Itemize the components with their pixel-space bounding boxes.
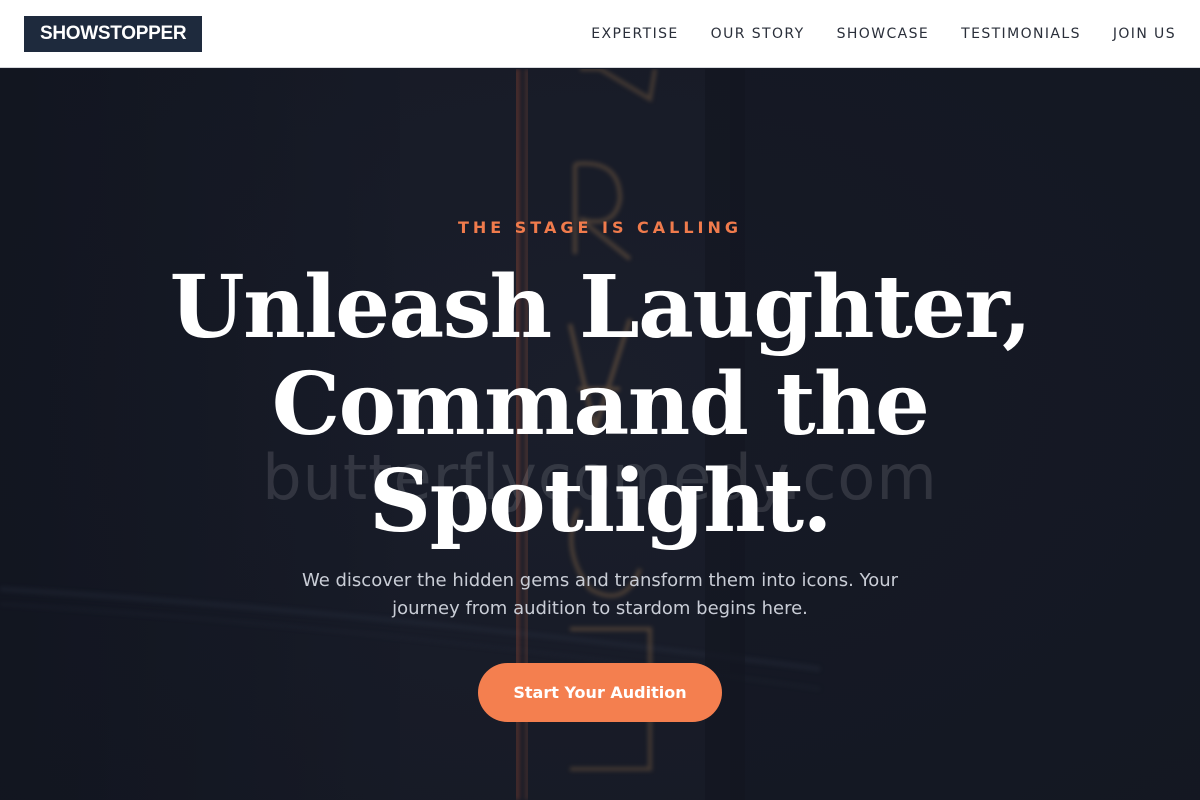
nav-link-showcase[interactable]: SHOWCASE [837, 26, 930, 42]
hero-section: butterflycomedy.com THE STAGE IS CALLING… [0, 69, 1200, 800]
main-nav: EXPERTISE OUR STORY SHOWCASE TESTIMONIAL… [559, 26, 1176, 42]
nav-link-expertise[interactable]: EXPERTISE [591, 26, 678, 42]
nav-link-join-us[interactable]: JOIN US [1113, 26, 1176, 42]
headline-line: Spotlight. [369, 451, 833, 552]
nav-link-testimonials[interactable]: TESTIMONIALS [961, 26, 1081, 42]
headline-line: Command the [271, 354, 930, 455]
hero-subtext: We discover the hidden gems and transfor… [301, 570, 899, 619]
site-header: SHOWSTOPPER EXPERTISE OUR STORY SHOWCASE… [0, 0, 1200, 68]
logo[interactable]: SHOWSTOPPER [24, 15, 203, 52]
hero-eyebrow: THE STAGE IS CALLING [457, 218, 743, 237]
headline-line: Unleash Laughter, [169, 257, 1032, 358]
hero-headline: Unleash Laughter, Command the Spotlight. [100, 259, 1100, 550]
nav-link-our-story[interactable]: OUR STORY [711, 26, 805, 42]
start-audition-button[interactable]: Start Your Audition [478, 663, 722, 722]
